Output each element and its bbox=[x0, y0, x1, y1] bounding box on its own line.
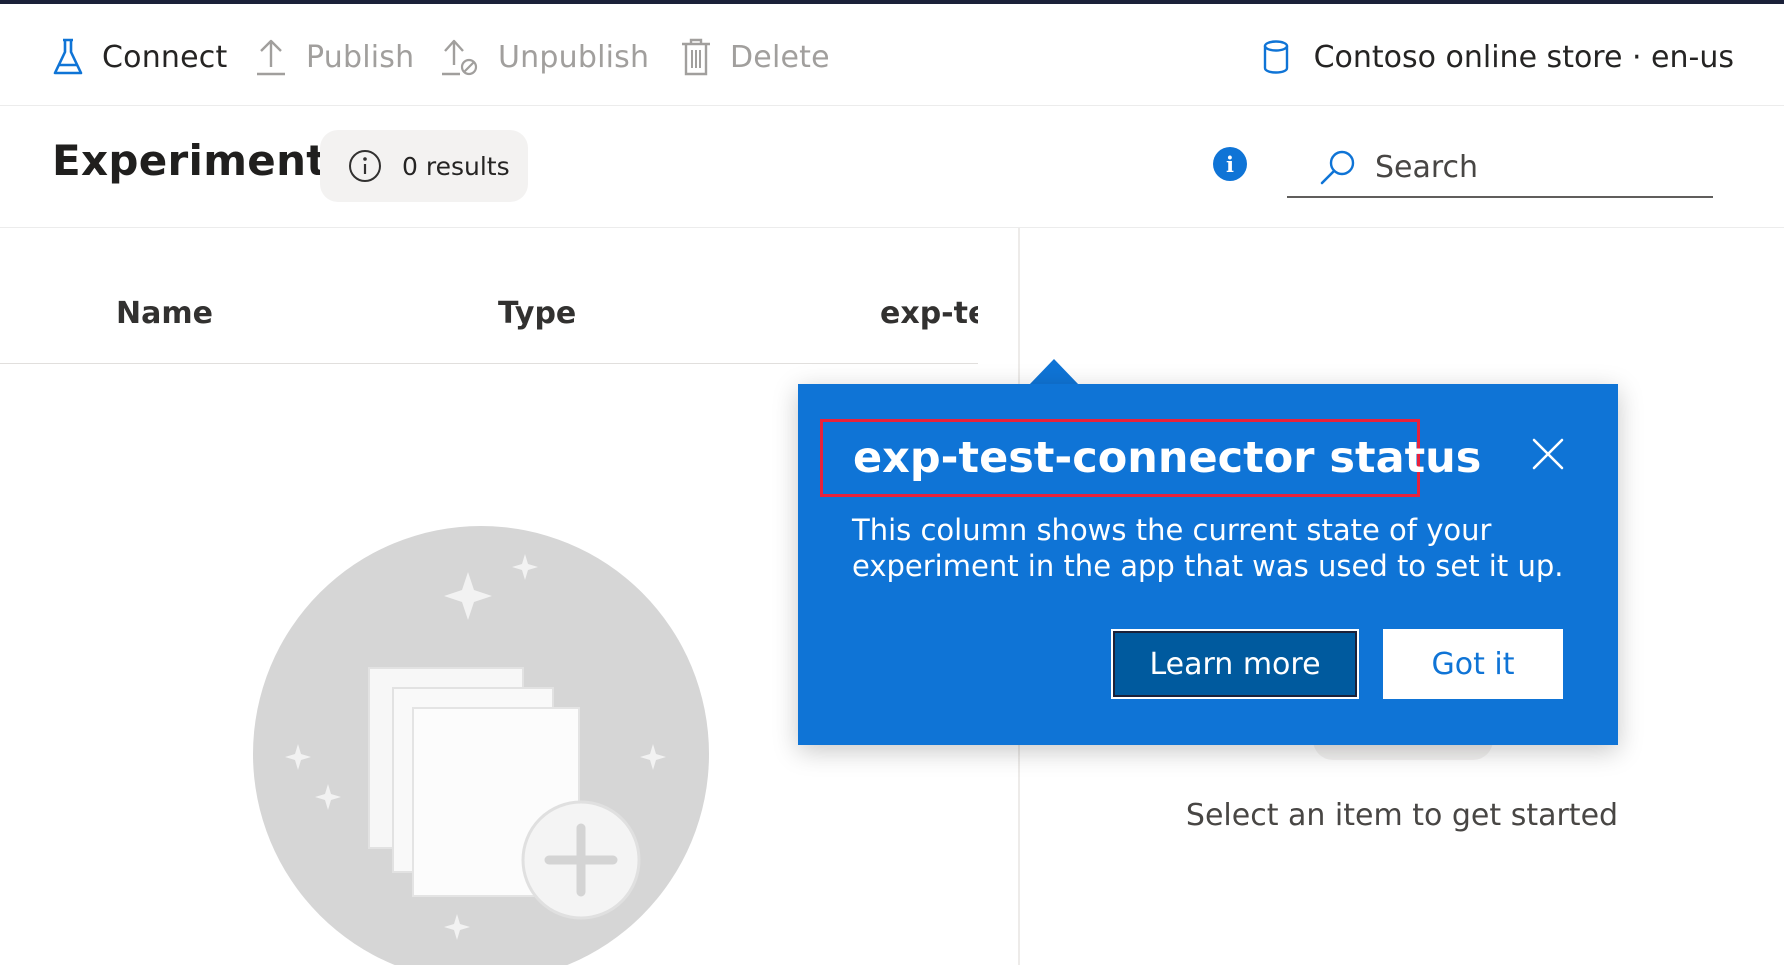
detail-empty-message: Select an item to get started bbox=[1185, 798, 1619, 833]
upload-icon bbox=[257, 39, 285, 76]
page-title: Experiments bbox=[52, 136, 352, 185]
info-icon[interactable]: i bbox=[1213, 147, 1247, 181]
teaching-bubble-body: This column shows the current state of y… bbox=[852, 513, 1564, 583]
connect-button[interactable]: Connect bbox=[52, 30, 227, 84]
results-badge: 0 results bbox=[320, 130, 528, 202]
store-selector[interactable]: Contoso online store · en-us bbox=[1262, 30, 1734, 84]
publish-button[interactable]: Publish bbox=[254, 30, 414, 84]
page-header: Experiments 0 results i bbox=[0, 106, 1784, 228]
unpublish-label: Unpublish bbox=[498, 39, 650, 75]
search-input[interactable] bbox=[1375, 149, 1675, 185]
search-icon bbox=[1320, 150, 1355, 185]
column-header-type[interactable]: Type bbox=[498, 296, 576, 331]
info-outline-icon bbox=[349, 150, 381, 182]
trash-icon bbox=[682, 38, 710, 76]
teaching-bubble-beak bbox=[1029, 359, 1079, 385]
unpublish-icon bbox=[442, 39, 478, 76]
column-header-name[interactable]: Name bbox=[116, 296, 213, 331]
unpublish-button[interactable]: Unpublish bbox=[440, 30, 649, 84]
got-it-button[interactable]: Got it bbox=[1383, 629, 1563, 699]
command-bar: Connect Publish Unpublish Delete Contoso… bbox=[0, 4, 1784, 106]
publish-label: Publish bbox=[306, 39, 415, 75]
empty-state-illustration bbox=[253, 526, 709, 965]
results-count: 0 results bbox=[402, 151, 510, 181]
column-header-row: Name Type exp-test-connector status bbox=[0, 228, 978, 364]
delete-label: Delete bbox=[730, 39, 830, 75]
column-header-status[interactable]: exp-test-connector status bbox=[880, 296, 978, 331]
close-icon[interactable] bbox=[1528, 434, 1568, 474]
database-icon bbox=[1263, 40, 1288, 74]
delete-button[interactable]: Delete bbox=[680, 30, 830, 84]
flask-icon bbox=[53, 38, 83, 75]
store-label: Contoso online store · en-us bbox=[1313, 39, 1734, 75]
connect-label: Connect bbox=[102, 39, 228, 75]
teaching-bubble-title: exp-test-connector status bbox=[820, 419, 1481, 497]
search-box[interactable] bbox=[1287, 138, 1713, 198]
learn-more-button[interactable]: Learn more bbox=[1111, 629, 1359, 699]
teaching-bubble: exp-test-connector status This column sh… bbox=[798, 384, 1618, 745]
